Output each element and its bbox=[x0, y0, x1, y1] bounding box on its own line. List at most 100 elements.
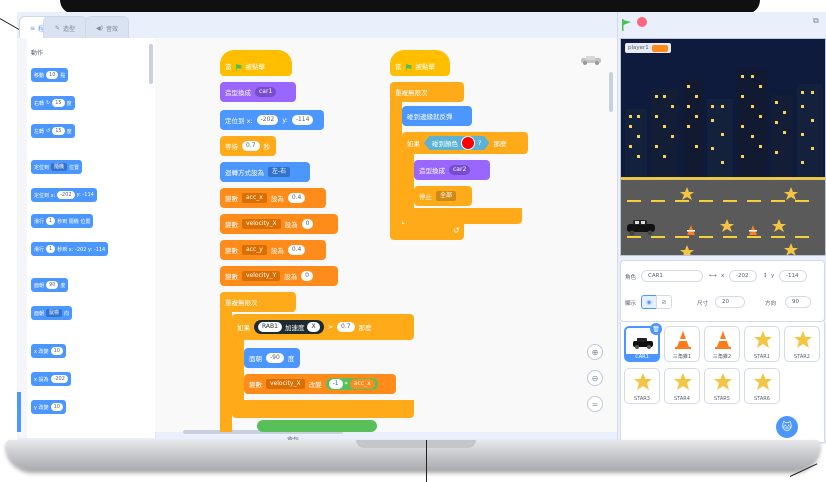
switch-costume-block[interactable]: 造型換成 car1 bbox=[220, 82, 296, 102]
direction-input[interactable]: 90 bbox=[785, 296, 811, 308]
set-variable-block[interactable]: 變數 acc_x 設為 0.4 bbox=[220, 188, 326, 208]
size-label: 尺寸 bbox=[697, 301, 709, 307]
city-night-backdrop bbox=[621, 39, 825, 255]
fullscreen-icon[interactable]: ⧉ bbox=[813, 16, 819, 26]
y-arrows-icon: ↕ bbox=[763, 273, 768, 279]
sprite-tile-star6[interactable]: STAR6 bbox=[744, 368, 780, 404]
y-input[interactable]: -114 bbox=[779, 270, 807, 282]
palette-move-block[interactable]: 移動 10 點 bbox=[31, 68, 69, 82]
set-variable-block[interactable]: 變數 velocity_Y 設為 0 bbox=[220, 266, 338, 286]
workspace-vscrollbar[interactable] bbox=[609, 72, 613, 112]
sprite-thumbnail-icon bbox=[579, 50, 603, 65]
star-icon bbox=[634, 373, 652, 390]
laptop-notch bbox=[356, 440, 476, 448]
wait-block[interactable]: 等待 0.7 秒 bbox=[220, 136, 276, 156]
star-icon bbox=[714, 373, 732, 390]
multiply-operator[interactable]: -1 * acc_x bbox=[325, 378, 378, 390]
zoom-in-icon[interactable]: ⊕ bbox=[587, 344, 603, 360]
tab-sounds[interactable]: ◀) 音效 bbox=[85, 16, 129, 39]
set-variable-block[interactable]: 變數 acc_y 設為 0.4 bbox=[220, 240, 326, 260]
set-rotation-style-block[interactable]: 迴轉方式設為 左-右 bbox=[220, 162, 310, 182]
if-end-cap bbox=[232, 400, 414, 418]
sprite-info-panel: 角色 CAR1 ⟷ x -202 ↕ y -114 顯示 ◉ ⊘ 尺寸 20 方… bbox=[620, 260, 825, 322]
green-flag-icon bbox=[405, 64, 412, 71]
sprite-name-input[interactable]: CAR1 bbox=[641, 270, 703, 282]
sprite-tile-car1[interactable]: 🗑 CAR1 bbox=[624, 323, 662, 362]
palette-category-title: 動作 bbox=[31, 50, 44, 57]
bounce-on-edge-block[interactable]: 碰到邊緣就反彈 bbox=[402, 106, 472, 126]
size-input[interactable]: 20 bbox=[715, 296, 745, 308]
variable-monitor: player1 bbox=[625, 43, 671, 53]
stop-sign-icon[interactable] bbox=[637, 17, 647, 27]
stop-block[interactable]: 停止 全部 bbox=[414, 186, 472, 206]
if-then-block[interactable]: 如果 RAB1 加速度 X > 0.7 那麼 bbox=[232, 314, 414, 340]
sprite-tile-star5[interactable]: STAR5 bbox=[704, 368, 740, 404]
tab-costumes[interactable]: ✎ 造型 bbox=[43, 16, 87, 39]
color-swatch[interactable] bbox=[461, 136, 475, 150]
stage-canvas[interactable]: player1 bbox=[620, 38, 826, 256]
star-icon bbox=[754, 331, 772, 348]
sprite-tile-star2[interactable]: STAR2 bbox=[784, 326, 820, 362]
x-arrows-icon: ⟷ bbox=[709, 273, 717, 279]
delete-sprite-icon[interactable]: 🗑 bbox=[650, 323, 662, 335]
sprite-tile-star3[interactable]: STAR3 bbox=[624, 368, 660, 404]
green-flag-icon bbox=[235, 64, 242, 71]
sensor-reporter[interactable]: RAB1 加速度 X bbox=[254, 320, 324, 334]
operator-block-partial[interactable] bbox=[257, 420, 377, 432]
traffic-cone-icon bbox=[675, 331, 691, 349]
choose-sprite-icon[interactable]: 🐱 bbox=[776, 416, 798, 438]
palette-point-towards-block[interactable]: 面朝 鼠標向 bbox=[31, 306, 73, 320]
sprite-tile-star4[interactable]: STAR4 bbox=[664, 368, 700, 404]
if-then-block-2[interactable]: 如果 碰到顏色 ? 那麼 bbox=[402, 132, 528, 154]
rotate-right-icon: ↻ bbox=[46, 100, 51, 106]
callout-line bbox=[426, 440, 427, 482]
palette-change-x-block[interactable]: x 改變 10 bbox=[31, 344, 66, 358]
palette-glide-xy-block[interactable]: 滑行 1 秒到 x: -202 y: -114 bbox=[31, 242, 109, 256]
show-label: 顯示 bbox=[625, 301, 637, 307]
switch-costume-block-2[interactable]: 造型換成 car2 bbox=[414, 160, 490, 180]
green-flag-icon[interactable] bbox=[621, 16, 631, 35]
category-strip[interactable] bbox=[17, 38, 27, 438]
if-c-arm bbox=[232, 338, 244, 402]
palette-turn-right-block[interactable]: 右轉 ↻ 15 度 bbox=[31, 96, 75, 110]
x-label: x bbox=[721, 273, 725, 279]
code-icon: ≡ bbox=[29, 24, 35, 32]
palette-goto-block[interactable]: 定位到 隨機 位置 bbox=[31, 160, 83, 174]
editor-tabs: ≡ 程式 ✎ 造型 ◀) 音效 bbox=[17, 12, 617, 39]
palette-point-direction-block[interactable]: 面朝 90 度 bbox=[31, 278, 69, 292]
loop-arrow-icon: ↺ bbox=[453, 226, 460, 235]
hide-sprite-icon[interactable]: ⊘ bbox=[656, 295, 672, 309]
sprite-tile-cone1[interactable]: 三角錐1 bbox=[664, 326, 700, 362]
car-icon bbox=[633, 338, 653, 349]
show-sprite-icon[interactable]: ◉ bbox=[641, 295, 657, 309]
zoom-reset-icon[interactable]: = bbox=[587, 396, 603, 412]
speaker-icon: ◀) bbox=[96, 24, 103, 32]
traffic-cone-icon bbox=[715, 331, 731, 349]
palette-scrollbar[interactable] bbox=[149, 44, 153, 84]
palette-change-y-block[interactable]: y 改變 10 bbox=[31, 400, 66, 414]
star-icon bbox=[674, 373, 692, 390]
sprite-label: 角色 bbox=[625, 275, 637, 281]
forever-block[interactable]: 重複無限次 bbox=[220, 292, 296, 312]
sprite-tile-star1[interactable]: STAR1 bbox=[744, 326, 780, 362]
rotate-left-icon: ↺ bbox=[46, 128, 51, 134]
palette-turn-left-block[interactable]: 左轉 ↺ 15 度 bbox=[31, 124, 75, 138]
sprite-tile-cone2[interactable]: 三角錐2 bbox=[704, 326, 740, 362]
x-input[interactable]: -202 bbox=[729, 270, 757, 282]
point-direction-block[interactable]: 面朝 -90 度 bbox=[244, 348, 300, 368]
palette-set-x-block[interactable]: x 設為 -202 bbox=[31, 372, 71, 386]
greater-than-operator: > bbox=[327, 323, 334, 331]
when-flag-clicked-block-2[interactable]: 當被點擊 bbox=[390, 50, 450, 76]
set-variable-block[interactable]: 變數 velocity_X 設為 0 bbox=[220, 214, 338, 234]
touching-color-sensor[interactable]: 碰到顏色 ? bbox=[424, 136, 490, 150]
goto-xy-block[interactable]: 定位到 x: -202 y: -114 bbox=[220, 110, 324, 130]
when-flag-clicked-block[interactable]: 當被點擊 bbox=[220, 50, 292, 76]
scratch-editor: ≡ 程式 ✎ 造型 ◀) 音效 動作 移動10點 右轉↻15度 左轉↺15度 定… bbox=[17, 12, 826, 444]
palette-goto-xy-block[interactable]: 定位到 x: -202 y: -114 bbox=[31, 188, 97, 202]
change-variable-block[interactable]: 變數 velocity_X 改變 -1 * acc_x bbox=[244, 374, 396, 394]
palette-glide-block[interactable]: 滑行 1 秒到 隨機 位置 bbox=[31, 214, 94, 228]
star-icon bbox=[794, 331, 812, 348]
forever-block-2[interactable]: 重複無限次 bbox=[390, 82, 464, 102]
y-label: y bbox=[771, 273, 775, 279]
zoom-out-icon[interactable]: ⊖ bbox=[587, 370, 603, 386]
